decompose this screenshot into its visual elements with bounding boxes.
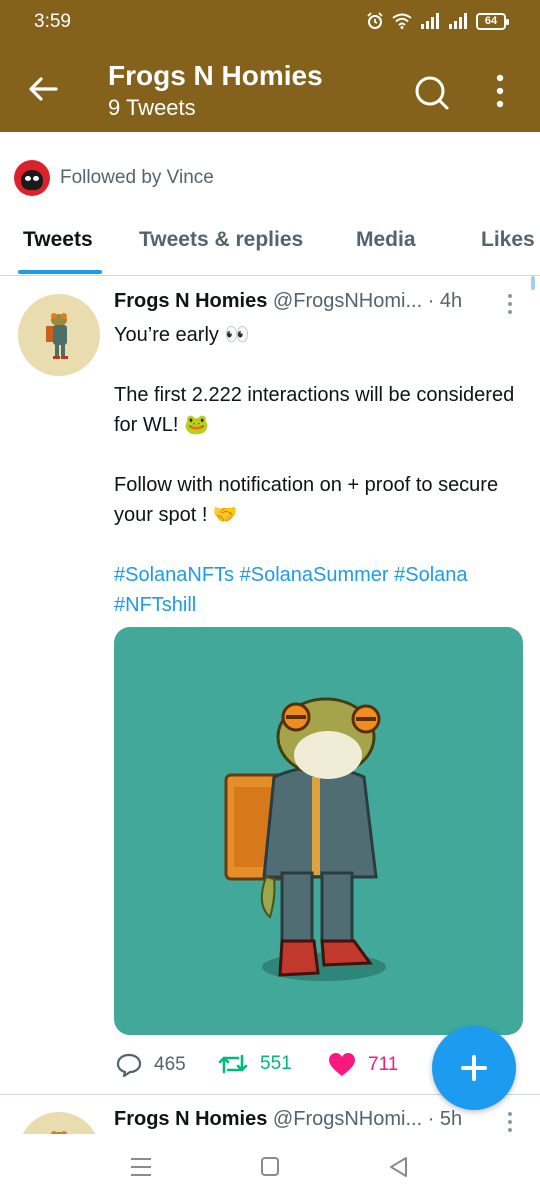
like-count: 711 bbox=[368, 1054, 399, 1075]
hashtag-link[interactable]: #SolanaSummer bbox=[240, 564, 389, 586]
retweet-icon bbox=[218, 1054, 248, 1074]
scrollbar[interactable] bbox=[531, 276, 535, 290]
compose-tweet-button[interactable] bbox=[432, 1026, 516, 1110]
signal-icon bbox=[421, 13, 439, 29]
signal-icon-2 bbox=[449, 13, 467, 29]
menu-icon[interactable] bbox=[128, 1156, 154, 1178]
frog-nft-illustration bbox=[224, 697, 386, 981]
status-time: 3:59 bbox=[34, 11, 71, 32]
tab-media[interactable]: Media bbox=[356, 228, 416, 252]
frog-avatar-image bbox=[46, 313, 68, 359]
tweet-author-name[interactable]: Frogs N Homies bbox=[114, 1108, 267, 1130]
reply-icon bbox=[116, 1053, 142, 1078]
home-icon[interactable] bbox=[257, 1156, 283, 1178]
heart-icon bbox=[329, 1053, 355, 1076]
profile-title: Frogs N Homies bbox=[108, 60, 323, 91]
tweet-header: Frogs N Homies @FrogsNHomi... · 5h bbox=[114, 1108, 506, 1131]
tweet-media-image[interactable] bbox=[114, 627, 523, 1035]
tweet-header: Frogs N Homies @FrogsNHomi... · 4h bbox=[114, 290, 506, 313]
reply-button[interactable]: 465 bbox=[116, 1052, 186, 1078]
wifi-icon bbox=[392, 13, 412, 29]
follower-avatar bbox=[14, 160, 50, 196]
followed-by-text: Followed by Vince bbox=[60, 167, 214, 188]
tweet-count: 9 Tweets bbox=[108, 95, 196, 120]
like-button[interactable]: 711 bbox=[328, 1052, 398, 1078]
tweet-avatar[interactable] bbox=[18, 294, 100, 376]
battery-icon: 64 bbox=[476, 12, 509, 30]
followed-by-row[interactable]: Followed by Vince bbox=[14, 160, 214, 196]
tweet-more-icon[interactable] bbox=[503, 1110, 517, 1134]
tweet-line-1: You’re early 👀 bbox=[114, 324, 250, 346]
tab-tweets[interactable]: Tweets bbox=[23, 228, 93, 252]
tab-tweets-and-replies[interactable]: Tweets & replies bbox=[139, 228, 303, 252]
tweet-actions: 465 551 711 bbox=[114, 1052, 414, 1080]
retweet-button[interactable]: 551 bbox=[218, 1052, 292, 1076]
alarm-icon bbox=[367, 12, 383, 29]
tweet-text: You’re early 👀 The first 2.222 interacti… bbox=[114, 320, 524, 620]
profile-tabs: Tweets Tweets & replies Media Likes bbox=[0, 210, 540, 276]
retweet-count: 551 bbox=[260, 1053, 292, 1074]
tweet-line-2: The first 2.222 interactions will be con… bbox=[114, 384, 515, 436]
tweet-author-name[interactable]: Frogs N Homies bbox=[114, 290, 267, 312]
search-icon[interactable] bbox=[412, 73, 450, 111]
back-arrow-icon[interactable] bbox=[26, 72, 60, 106]
tweet-handle-time: @FrogsNHomi... · 4h bbox=[272, 290, 463, 312]
tweet-more-icon[interactable] bbox=[503, 292, 517, 316]
reply-count: 465 bbox=[154, 1054, 186, 1075]
tab-likes[interactable]: Likes bbox=[481, 228, 535, 252]
hashtag-link[interactable]: #NFTshill bbox=[114, 594, 196, 616]
tweet-line-3: Follow with notification on + proof to s… bbox=[114, 474, 499, 526]
back-icon[interactable] bbox=[386, 1156, 412, 1178]
top-app-bar: 3:59 64 Frogs N Homies 9 Tweets bbox=[0, 0, 540, 132]
tweet-hashtags: #SolanaNFTs #SolanaSummer #Solana #NFTsh… bbox=[114, 560, 524, 620]
status-icons: 64 bbox=[366, 12, 509, 30]
hashtag-link[interactable]: #SolanaNFTs bbox=[114, 564, 234, 586]
more-options-icon[interactable] bbox=[486, 73, 514, 109]
active-tab-indicator bbox=[18, 270, 102, 274]
system-nav-bar bbox=[0, 1134, 540, 1200]
hashtag-link[interactable]: #Solana bbox=[394, 564, 467, 586]
tweet-handle-time: @FrogsNHomi... · 5h bbox=[272, 1108, 463, 1130]
